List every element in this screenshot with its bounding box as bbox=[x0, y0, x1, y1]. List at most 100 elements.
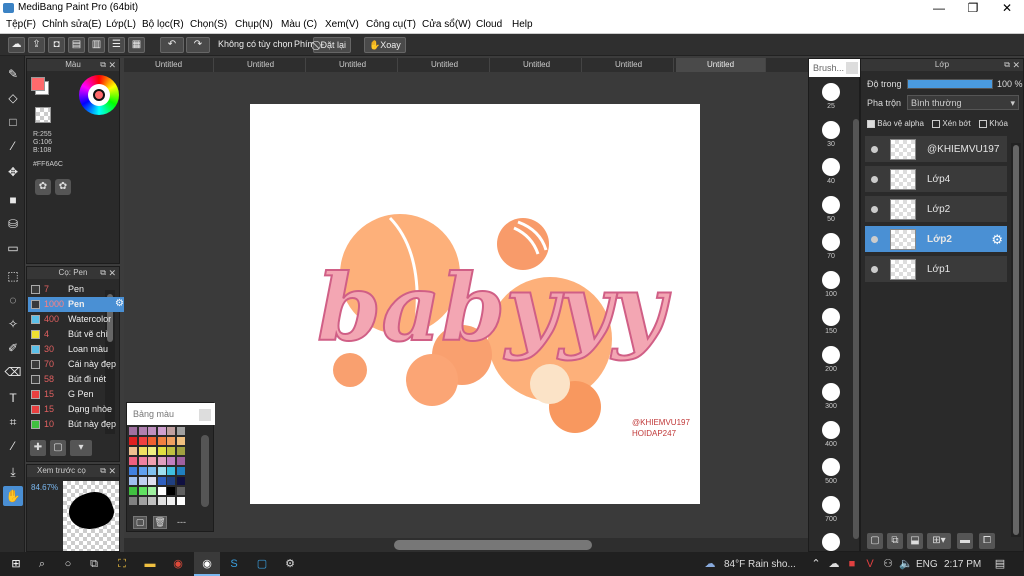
gradient-tool-icon[interactable]: ▭ bbox=[3, 238, 23, 258]
tab-untitled-6[interactable]: Untitled bbox=[584, 58, 674, 72]
palette-swatch[interactable] bbox=[148, 457, 156, 465]
bucket-tool-icon[interactable]: ⛁ bbox=[3, 214, 23, 234]
palette-swatch[interactable] bbox=[129, 437, 137, 445]
layer-row[interactable]: Lớp2 bbox=[864, 195, 1008, 223]
palette-swatch[interactable] bbox=[138, 427, 147, 435]
tab-untitled-2[interactable]: Untitled bbox=[216, 58, 306, 72]
chrome-icon[interactable]: ◉ bbox=[170, 556, 186, 572]
brush-tool-icon[interactable]: ✎ bbox=[3, 64, 23, 84]
list-icon[interactable]: ☰ bbox=[108, 37, 125, 53]
popout-icon[interactable]: ⧉ bbox=[100, 465, 106, 477]
palette-swatch[interactable] bbox=[157, 467, 166, 475]
hand-tool-icon[interactable]: ✋ bbox=[3, 486, 23, 506]
layer-visibility-icon[interactable] bbox=[871, 236, 878, 243]
palette-swatch[interactable] bbox=[176, 447, 185, 455]
brush-size-dot[interactable] bbox=[822, 270, 840, 289]
cloud-tray-icon[interactable]: ☁ bbox=[826, 556, 842, 572]
palette-swatch[interactable] bbox=[167, 437, 175, 445]
palette-swatch[interactable] bbox=[176, 467, 185, 475]
palette-swatch[interactable] bbox=[129, 457, 137, 465]
palette-swatch[interactable] bbox=[148, 487, 156, 495]
palette-swatch[interactable] bbox=[157, 447, 166, 455]
canvas-scroll-thumb[interactable] bbox=[394, 540, 592, 550]
menu-tools[interactable]: Công cụ(T) bbox=[366, 19, 416, 30]
divide-tool-icon[interactable]: ⁄ bbox=[3, 436, 23, 456]
palette-swatch[interactable] bbox=[138, 487, 147, 495]
skype-icon[interactable]: S bbox=[226, 556, 242, 572]
palette-swatch[interactable] bbox=[129, 467, 137, 475]
layer-visibility-icon[interactable] bbox=[871, 206, 878, 213]
menu-select[interactable]: Chọn(S) bbox=[190, 19, 227, 30]
message-icon[interactable]: ▤ bbox=[68, 37, 85, 53]
palette-swatch[interactable] bbox=[129, 427, 137, 435]
shape-tool-icon[interactable]: □ bbox=[3, 112, 23, 132]
palette-add-icon[interactable]: ✿ bbox=[55, 179, 71, 195]
brush-add-icon[interactable]: ✚ bbox=[30, 440, 46, 456]
network-icon[interactable]: ⚇ bbox=[880, 556, 896, 572]
menu-view[interactable]: Xem(V) bbox=[325, 19, 359, 30]
palette-swatch[interactable] bbox=[167, 447, 175, 455]
palette-swatch[interactable] bbox=[167, 427, 175, 435]
brush-size-dot[interactable] bbox=[822, 158, 840, 176]
palette-swatch[interactable] bbox=[148, 427, 156, 435]
palette-swatch[interactable] bbox=[148, 467, 156, 475]
lock-checkbox[interactable] bbox=[979, 119, 988, 128]
palette-swatch[interactable] bbox=[167, 467, 175, 475]
palette-swatch[interactable] bbox=[167, 487, 175, 495]
rotate-button[interactable]: ✋Xoay bbox=[364, 37, 406, 53]
palette-swatch[interactable] bbox=[176, 457, 185, 465]
notification-icon[interactable]: ▤ bbox=[992, 556, 1008, 572]
layer-visibility-icon[interactable] bbox=[871, 146, 878, 153]
reset-button[interactable]: ⃠ Đặt lại bbox=[313, 37, 352, 53]
line-tool-icon[interactable]: ⁄ bbox=[3, 136, 23, 156]
close-button[interactable]: ✕ bbox=[990, 0, 1024, 16]
tab-untitled-1[interactable]: Untitled bbox=[124, 58, 214, 72]
weather-icon[interactable]: ☁ bbox=[702, 556, 718, 572]
windows-start-icon[interactable]: ⊞ bbox=[8, 556, 24, 572]
palette-swatch[interactable] bbox=[157, 487, 166, 495]
layer-row[interactable]: Lớp2 ⚙ bbox=[864, 225, 1008, 253]
grid-icon[interactable]: ▦ bbox=[128, 37, 145, 53]
opacity-slider[interactable] bbox=[907, 79, 993, 89]
chevron-up-icon[interactable]: ⌃ bbox=[808, 556, 824, 572]
palette-swatch[interactable] bbox=[138, 437, 147, 445]
layer-settings-gear-icon[interactable]: ⚙ bbox=[991, 232, 1003, 248]
brush-size-dot[interactable] bbox=[822, 233, 840, 251]
palette-swatch[interactable] bbox=[148, 477, 156, 485]
eyedropper-icon[interactable]: ⤓ bbox=[3, 462, 23, 482]
close-icon[interactable]: ✕ bbox=[108, 267, 116, 279]
brush-size-dot[interactable] bbox=[822, 308, 840, 326]
drawing-canvas[interactable]: babyyy @KHIEMVU197 HOIDAP247 bbox=[250, 104, 700, 504]
popout-icon[interactable]: ⧉ bbox=[100, 59, 106, 71]
tab-untitled-5[interactable]: Untitled bbox=[492, 58, 582, 72]
layer-scroll-thumb[interactable] bbox=[1013, 145, 1019, 535]
palette-scrollbar[interactable] bbox=[201, 435, 209, 507]
close-icon[interactable]: ✕ bbox=[108, 465, 116, 477]
palette-swatch[interactable] bbox=[167, 477, 175, 485]
layer-row[interactable]: @KHIEMVU197 bbox=[864, 135, 1008, 163]
layer-list-scrollbar[interactable] bbox=[1011, 143, 1021, 537]
language-indicator[interactable]: ENG bbox=[916, 559, 938, 570]
layer-menu-icon[interactable]: ⊞▾ bbox=[927, 533, 951, 549]
close-icon[interactable]: ✕ bbox=[108, 59, 116, 71]
menu-layer[interactable]: Lớp(L) bbox=[106, 19, 136, 30]
layer-visibility-icon[interactable] bbox=[871, 176, 878, 183]
layer-row[interactable]: Lớp4 bbox=[864, 165, 1008, 193]
menu-help[interactable]: Help bbox=[512, 19, 533, 30]
menu-capture[interactable]: Chụp(N) bbox=[235, 19, 273, 30]
cortana-icon[interactable]: ○ bbox=[60, 556, 76, 572]
share-icon[interactable]: ⇪ bbox=[28, 37, 45, 53]
palette-swatch[interactable] bbox=[157, 457, 166, 465]
palette-swatch[interactable] bbox=[157, 427, 166, 435]
menu-edit[interactable]: Chỉnh sửa(E) bbox=[42, 19, 102, 30]
palette-delete-icon[interactable]: 🗑 bbox=[153, 516, 167, 529]
brush-new-icon[interactable]: ▢ bbox=[50, 440, 66, 456]
foreground-color-swatch[interactable] bbox=[31, 77, 45, 91]
palette-swatch[interactable] bbox=[148, 447, 156, 455]
search-icon[interactable]: ⌕ bbox=[34, 556, 50, 572]
menu-cloud[interactable]: Cloud bbox=[476, 19, 502, 30]
brush-menu-icon[interactable]: ▾ bbox=[70, 440, 92, 456]
document-icon[interactable]: ▥ bbox=[88, 37, 105, 53]
palette-swatch[interactable] bbox=[129, 447, 137, 455]
palette-swatch[interactable] bbox=[138, 447, 147, 455]
